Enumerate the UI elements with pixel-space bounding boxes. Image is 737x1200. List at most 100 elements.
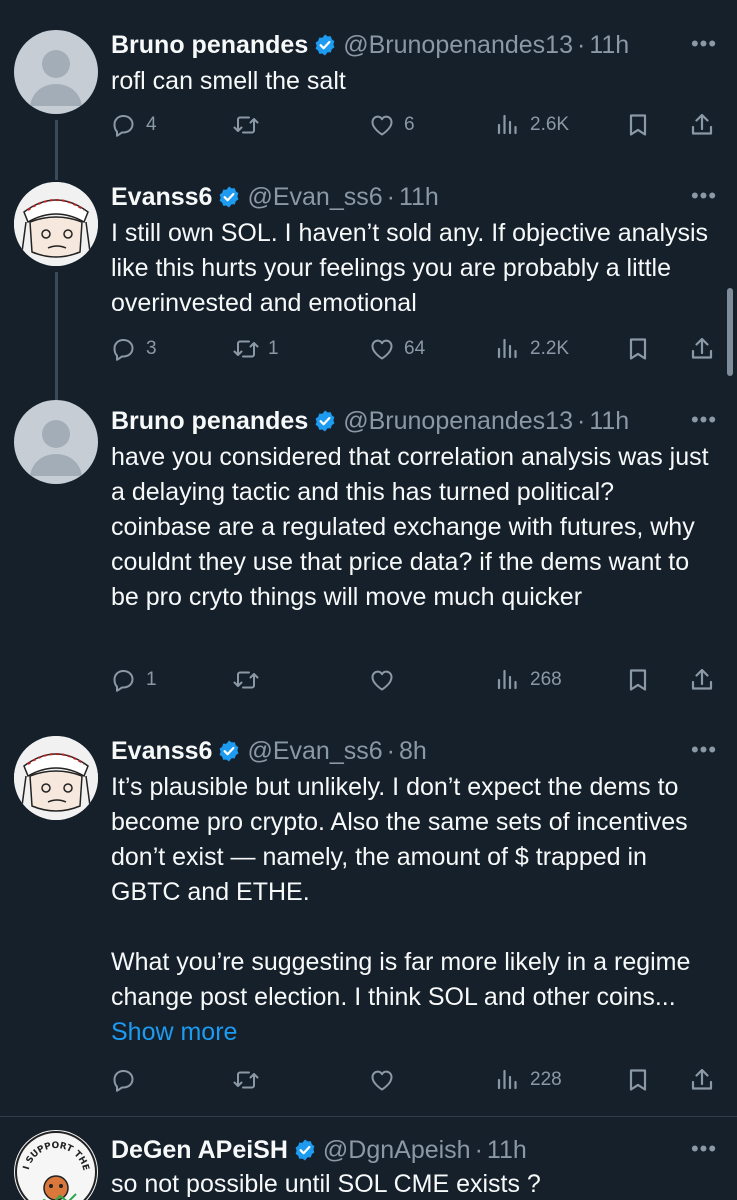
more-options-icon[interactable]: ••• (689, 33, 719, 55)
tweet-text: so not possible until SOL CME exists ? (111, 1170, 541, 1198)
view-count: 2.6K (530, 114, 570, 135)
view-count: 2.2K (530, 338, 570, 359)
avatar[interactable] (14, 182, 98, 266)
action-bar: 228 (0, 1063, 737, 1097)
more-options-icon[interactable]: ••• (689, 1138, 719, 1160)
reply-icon (113, 670, 134, 692)
action-bar: 3 1 64 2.2K (0, 332, 737, 366)
view-count: 268 (530, 669, 562, 690)
views-button[interactable]: 2.2K (494, 332, 569, 366)
author-handle[interactable]: @Evan_ss6 (247, 737, 382, 766)
bookmark-icon (629, 669, 647, 691)
avatar[interactable] (14, 400, 98, 484)
retweet-button[interactable]: 1 (232, 332, 279, 366)
reply-count: 3 (146, 338, 157, 359)
author-name[interactable]: DeGen APeiSH (111, 1136, 288, 1165)
views-button[interactable]: 268 (494, 663, 562, 697)
like-button[interactable] (368, 1063, 404, 1097)
more-options-icon[interactable]: ••• (689, 185, 719, 207)
reply-button[interactable] (110, 1063, 146, 1097)
verified-badge-icon (314, 409, 336, 433)
views-button[interactable]: 2.6K (494, 108, 569, 142)
like-button[interactable] (368, 663, 404, 697)
like-button[interactable]: 6 (368, 108, 415, 142)
bookmark-button[interactable] (624, 108, 652, 142)
tweet-text: have you considered that correlation ana… (111, 443, 716, 611)
views-icon (497, 338, 517, 359)
separator-dot: · (576, 406, 586, 435)
author-name[interactable]: Evanss6 (111, 183, 212, 212)
share-button[interactable] (688, 108, 716, 142)
scrollbar[interactable] (727, 288, 733, 376)
reply-button[interactable]: 3 (110, 332, 157, 366)
tweet-text: rofl can smell the salt (111, 67, 346, 95)
author-name[interactable]: Bruno penandes (111, 407, 308, 436)
tweet-header: Bruno penandes @Brunopenandes13 · 11h (111, 30, 629, 60)
bookmark-icon (629, 338, 647, 360)
tweet[interactable]: Evanss6 @Evan_ss6 · 8h ••• It’s plausibl… (0, 706, 737, 1106)
tweet-time[interactable]: 11h (487, 1136, 527, 1165)
bookmark-button[interactable] (624, 1063, 652, 1097)
heart-icon (371, 339, 393, 360)
more-options-icon[interactable]: ••• (689, 409, 719, 431)
author-name[interactable]: Evanss6 (111, 737, 212, 766)
share-icon (691, 113, 713, 135)
retweet-button[interactable] (232, 663, 268, 697)
more-options-icon[interactable]: ••• (689, 739, 719, 761)
share-button[interactable] (688, 1063, 716, 1097)
tweet[interactable]: Bruno penandes @Brunopenandes13 · 11h ••… (0, 376, 737, 716)
share-button[interactable] (688, 663, 716, 697)
reply-icon (113, 339, 134, 361)
action-bar: 4 6 2.6K (0, 108, 737, 142)
tweet-time[interactable]: 11h (399, 183, 439, 212)
views-icon (497, 1069, 517, 1090)
retweet-count: 1 (268, 338, 279, 359)
tweet[interactable]: Evanss6 @Evan_ss6 · 11h ••• I still own … (0, 152, 737, 402)
author-handle[interactable]: @Brunopenandes13 (343, 407, 573, 436)
avatar[interactable] (14, 30, 98, 114)
bookmark-button[interactable] (624, 332, 652, 366)
tweet-header: DeGen APeiSH @DgnApeish · 11h (111, 1135, 527, 1165)
views-button[interactable]: 228 (494, 1063, 562, 1097)
tweet-text: It’s plausible but unlikely. I don’t exp… (111, 770, 716, 1050)
avatar[interactable]: I SUPPORT THE (14, 1130, 98, 1200)
bookmark-icon (629, 1069, 647, 1091)
avatar[interactable] (14, 736, 98, 820)
tweet-header: Bruno penandes @Brunopenandes13 · 11h (111, 406, 629, 436)
retweet-button[interactable] (232, 1063, 268, 1097)
verified-badge-icon (218, 739, 240, 763)
heart-icon (371, 1070, 393, 1091)
reply-button[interactable]: 1 (110, 663, 157, 697)
author-handle[interactable]: @Brunopenandes13 (343, 31, 573, 60)
show-more-link[interactable]: Show more (111, 1018, 237, 1046)
tweet[interactable]: Bruno penandes @Brunopenandes13 · 11h ••… (0, 0, 737, 180)
tweet[interactable]: I SUPPORT THE DeGen APeiSH @DgnApeish · … (0, 1117, 737, 1200)
author-handle[interactable]: @DgnApeish (323, 1136, 471, 1165)
views-icon (497, 669, 517, 690)
tweet-time[interactable]: 11h (589, 407, 629, 436)
retweet-icon (233, 671, 259, 689)
bookmark-button[interactable] (624, 663, 652, 697)
reply-icon (113, 115, 134, 137)
retweet-icon (233, 116, 259, 134)
share-button[interactable] (688, 332, 716, 366)
reply-button[interactable]: 4 (110, 108, 157, 142)
separator-dot: · (386, 736, 395, 765)
tweet-text: I still own SOL. I haven’t sold any. If … (111, 219, 715, 317)
tweet-time[interactable]: 8h (399, 737, 427, 766)
views-icon (497, 114, 517, 135)
author-handle[interactable]: @Evan_ss6 (247, 183, 382, 212)
tweet-header: Evanss6 @Evan_ss6 · 8h (111, 736, 427, 766)
retweet-button[interactable] (232, 108, 268, 142)
author-name[interactable]: Bruno penandes (111, 31, 308, 60)
tweet-time[interactable]: 11h (589, 31, 629, 60)
reply-count: 4 (146, 114, 157, 135)
heart-icon (371, 115, 393, 136)
retweet-icon (233, 340, 259, 358)
share-icon (691, 668, 713, 690)
reply-icon (113, 1070, 134, 1092)
action-bar: 1 268 (0, 663, 737, 697)
like-button[interactable]: 64 (368, 332, 425, 366)
support-sticker-avatar-icon: I SUPPORT THE (15, 1131, 97, 1200)
tweet-header: Evanss6 @Evan_ss6 · 11h (111, 182, 439, 212)
